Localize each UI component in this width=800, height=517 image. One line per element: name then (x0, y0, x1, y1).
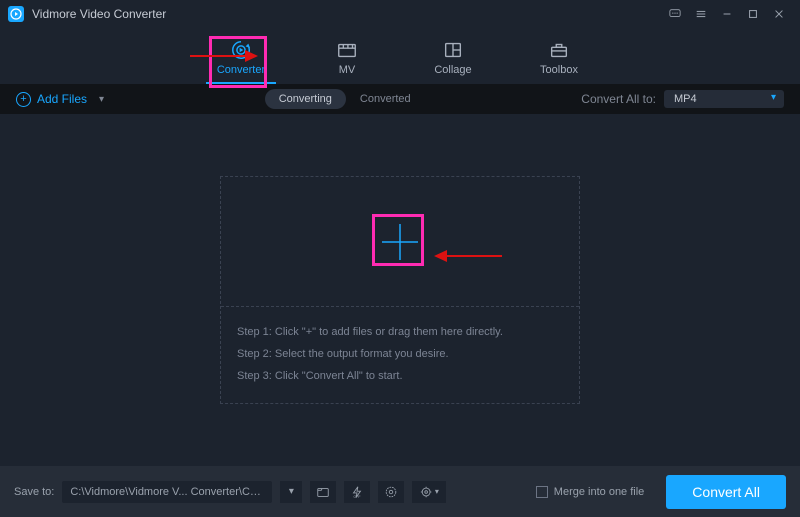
main-nav: Converter MV Collage Toolbox (0, 28, 800, 84)
toolbar: + Add Files ▾ Converting Converted Conve… (0, 84, 800, 114)
convert-all-button[interactable]: Convert All (666, 475, 786, 509)
plus-circle-icon: + (16, 92, 31, 107)
collage-icon (442, 39, 464, 61)
footer-bar: Save to: C:\Vidmore\Vidmore V... Convert… (0, 466, 800, 517)
tab-converter[interactable]: Converter (206, 39, 276, 84)
tab-label: Converter (217, 64, 265, 76)
tab-label: Collage (434, 64, 471, 76)
status-segment: Converting Converted (265, 89, 425, 109)
merge-checkbox[interactable]: Merge into one file (536, 486, 645, 498)
checkbox-icon (536, 486, 548, 498)
tab-mv[interactable]: MV (312, 39, 382, 84)
tab-collage[interactable]: Collage (418, 39, 488, 84)
segment-converting[interactable]: Converting (265, 89, 346, 109)
tab-toolbox[interactable]: Toolbox (524, 39, 594, 84)
segment-converted[interactable]: Converted (346, 89, 425, 109)
title-bar: Vidmore Video Converter (0, 0, 800, 28)
instruction-step-3: Step 3: Click "Convert All" to start. (237, 365, 563, 387)
app-title: Vidmore Video Converter (32, 7, 166, 21)
mv-icon (336, 39, 358, 61)
instruction-step-2: Step 2: Select the output format you des… (237, 343, 563, 365)
merge-label: Merge into one file (554, 486, 645, 498)
add-files-dropdown[interactable]: ▾ (95, 94, 108, 105)
convert-all-to-label: Convert All to: (581, 92, 656, 106)
minimize-button[interactable] (714, 0, 740, 28)
add-files-label: Add Files (37, 92, 87, 106)
convert-all-to: Convert All to: MP4 (581, 90, 784, 108)
drop-panel: Step 1: Click "+" to add files or drag t… (220, 176, 580, 404)
save-to-label: Save to: (14, 486, 54, 498)
instruction-step-1: Step 1: Click "+" to add files or drag t… (237, 321, 563, 343)
tab-label: MV (339, 64, 356, 76)
save-to-dropdown[interactable]: ▾ (280, 481, 302, 503)
close-button[interactable] (766, 0, 792, 28)
maximize-button[interactable] (740, 0, 766, 28)
high-speed-button[interactable] (378, 481, 404, 503)
converter-icon (230, 39, 252, 61)
app-logo (8, 6, 24, 22)
output-format-select[interactable]: MP4 (664, 90, 784, 108)
add-files-plus[interactable] (378, 220, 422, 264)
drop-zone[interactable] (221, 177, 579, 307)
main-area: Step 1: Click "+" to add files or drag t… (0, 114, 800, 466)
open-folder-button[interactable] (310, 481, 336, 503)
settings-button[interactable]: ▾ (412, 481, 446, 503)
svg-text:OFF: OFF (354, 495, 361, 499)
hardware-accel-button[interactable]: OFF (344, 481, 370, 503)
save-to-path[interactable]: C:\Vidmore\Vidmore V... Converter\Conver… (62, 481, 272, 503)
toolbox-icon (548, 39, 570, 61)
instructions: Step 1: Click "+" to add files or drag t… (221, 307, 579, 403)
feedback-icon[interactable] (662, 0, 688, 28)
menu-icon[interactable] (688, 0, 714, 28)
add-files-button[interactable]: + Add Files (16, 92, 87, 107)
tab-label: Toolbox (540, 64, 578, 76)
